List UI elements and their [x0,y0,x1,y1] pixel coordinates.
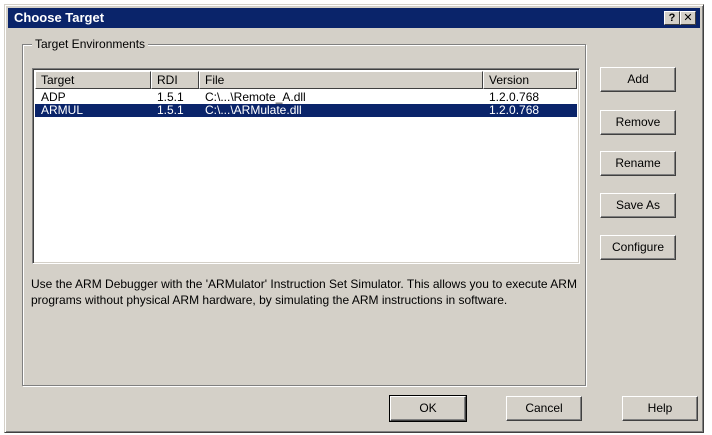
column-header-version[interactable]: Version [483,71,577,89]
help-button[interactable]: Help [622,396,698,421]
remove-button[interactable]: Remove [600,110,676,135]
column-header-target[interactable]: Target [35,71,151,89]
dialog-title: Choose Target [14,10,105,25]
add-button[interactable]: Add [600,67,676,92]
configure-button[interactable]: Configure [600,235,676,260]
list-header: Target RDI File Version [35,71,579,89]
cancel-button[interactable]: Cancel [506,396,582,421]
close-icon[interactable]: ✕ [680,11,696,25]
rename-button[interactable]: Rename [600,151,676,176]
table-row-selected[interactable]: ARMUL 1.5.1 C:\...\ARMulate.dll 1.2.0.76… [35,104,577,117]
column-header-rdi[interactable]: RDI [151,71,199,89]
help-question-icon[interactable]: ? [664,11,680,25]
cell-version: 1.2.0.768 [489,103,540,117]
group-legend: Target Environments [32,37,149,51]
cell-target: ARMUL [41,103,84,117]
cell-rdi: 1.5.1 [157,103,184,117]
title-bar[interactable]: Choose Target ? ✕ [8,8,700,28]
column-header-file[interactable]: File [199,71,483,89]
target-list[interactable]: Target RDI File Version ADP 1.5.1 C:\...… [32,68,580,264]
save-as-button[interactable]: Save As [600,193,676,218]
target-description: Use the ARM Debugger with the 'ARMulator… [31,277,577,307]
cell-file: C:\...\ARMulate.dll [205,103,302,117]
ok-button[interactable]: OK [389,395,467,422]
